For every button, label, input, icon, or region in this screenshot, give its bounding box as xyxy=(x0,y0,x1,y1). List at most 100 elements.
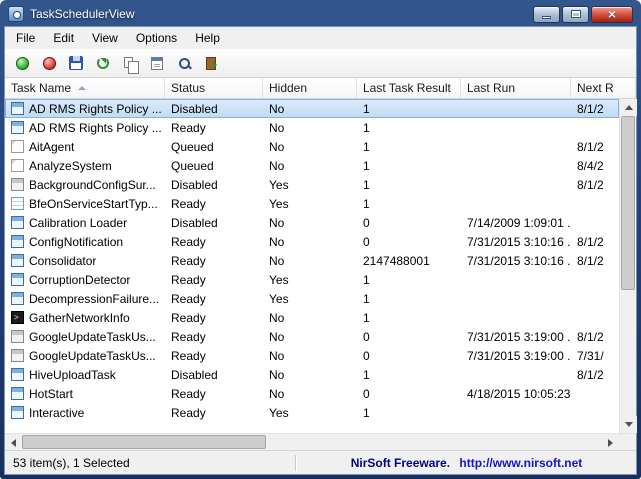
task-name: HiveUploadTask xyxy=(29,368,116,382)
last-task-result-cell: 1 xyxy=(357,406,461,420)
vertical-scroll-thumb[interactable] xyxy=(621,116,635,290)
status-cell: Ready xyxy=(165,330,263,344)
task-name: HotStart xyxy=(29,387,73,401)
properties-button[interactable] xyxy=(145,51,169,75)
column-header-status[interactable]: Status xyxy=(165,78,263,98)
status-cell: Disabled xyxy=(165,216,263,230)
maximize-button[interactable] xyxy=(562,6,589,23)
task-name: Interactive xyxy=(29,406,84,420)
task-name-cell: BackgroundConfigSur... xyxy=(5,178,165,192)
scroll-down-button[interactable] xyxy=(620,416,637,433)
table-row[interactable]: Interactive ReadyYes1 xyxy=(5,403,619,422)
table-row[interactable]: AD RMS Rights Policy ...DisabledNo18/1/2 xyxy=(5,99,619,118)
table-row[interactable]: BackgroundConfigSur...DisabledYes18/1/2 xyxy=(5,175,619,194)
vertical-scroll-track[interactable] xyxy=(620,116,636,416)
table-row[interactable]: DecompressionFailure...ReadyYes1 xyxy=(5,289,619,308)
scroll-left-button[interactable] xyxy=(5,434,22,451)
title-bar[interactable]: TaskSchedulerView × xyxy=(4,0,637,26)
menu-item-view[interactable]: View xyxy=(83,28,127,48)
task-icon xyxy=(11,349,24,362)
copy-button[interactable] xyxy=(118,51,142,75)
scroll-up-button[interactable] xyxy=(620,99,637,116)
table-row[interactable]: ConfigNotificationReadyNo07/31/2015 3:10… xyxy=(5,232,619,251)
task-name: AD RMS Rights Policy ... xyxy=(29,102,161,116)
table-row[interactable]: AitAgentQueuedNo18/1/2 xyxy=(5,137,619,156)
stop-task-button[interactable] xyxy=(37,51,61,75)
up-arrow-icon xyxy=(625,105,633,110)
table-row[interactable]: CorruptionDetectorReadyYes1 xyxy=(5,270,619,289)
status-cell: Ready xyxy=(165,406,263,420)
column-label: Hidden xyxy=(269,81,307,95)
task-icon xyxy=(11,387,24,400)
task-name-cell: AD RMS Rights Policy ... xyxy=(5,102,165,116)
table-row[interactable]: GatherNetworkInfoReadyNo1 xyxy=(5,308,619,327)
table-row[interactable]: AD RMS Rights Policy ...ReadyNo1 xyxy=(5,118,619,137)
next-run-cell: 8/4/2 xyxy=(571,159,608,173)
table-row[interactable]: HotStartReadyNo04/18/2015 10:05:23... xyxy=(5,384,619,403)
red-orb-icon xyxy=(43,57,56,70)
table-row[interactable]: ConsolidatorReadyNo21474880017/31/2015 3… xyxy=(5,251,619,270)
maximize-icon xyxy=(571,10,581,18)
last-run-cell: 7/31/2015 3:10:16 ... xyxy=(461,254,571,268)
column-header-hidden[interactable]: Hidden xyxy=(263,78,357,98)
task-icon xyxy=(11,102,24,115)
menu-item-help[interactable]: Help xyxy=(186,28,229,48)
horizontal-scroll-thumb[interactable] xyxy=(22,435,266,449)
hidden-cell: Yes xyxy=(263,292,357,306)
freeware-label: NirSoft Freeware. xyxy=(351,456,450,470)
save-button[interactable] xyxy=(64,51,88,75)
hidden-cell: No xyxy=(263,235,357,249)
last-task-result-cell: 1 xyxy=(357,311,461,325)
column-header-last-task-result[interactable]: Last Task Result xyxy=(357,78,461,98)
minimize-button[interactable] xyxy=(533,6,560,23)
close-button[interactable]: × xyxy=(591,6,633,23)
column-header-last-run[interactable]: Last Run xyxy=(461,78,571,98)
table-row[interactable]: HiveUploadTaskDisabledNo18/1/2 xyxy=(5,365,619,384)
scrollbar-corner xyxy=(619,434,636,450)
last-task-result-cell: 1 xyxy=(357,159,461,173)
task-name: BfeOnServiceStartTyp... xyxy=(29,197,158,211)
hidden-cell: Yes xyxy=(263,406,357,420)
task-name-cell: Interactive xyxy=(5,406,165,420)
table-row[interactable]: Calibration LoaderDisabledNo07/14/2009 1… xyxy=(5,213,619,232)
copy-icon xyxy=(124,57,133,68)
horizontal-scrollbar[interactable] xyxy=(5,434,619,450)
find-button[interactable] xyxy=(172,51,196,75)
horizontal-scrollbar-row xyxy=(5,433,636,450)
menu-item-edit[interactable]: Edit xyxy=(44,28,83,48)
scroll-right-button[interactable] xyxy=(602,434,619,451)
task-list: Task Name Status Hidden Last Task ResultLas… xyxy=(5,78,636,450)
window-controls: × xyxy=(533,6,633,23)
column-header-next-r[interactable]: Next R xyxy=(571,78,636,98)
table-row[interactable]: GoogleUpdateTaskUs...ReadyNo07/31/2015 3… xyxy=(5,346,619,365)
table-row[interactable]: GoogleUpdateTaskUs...ReadyNo07/31/2015 3… xyxy=(5,327,619,346)
horizontal-scroll-track[interactable] xyxy=(22,434,602,450)
status-cell: Disabled xyxy=(165,178,263,192)
task-name: GatherNetworkInfo xyxy=(29,311,130,325)
task-icon xyxy=(11,368,24,381)
task-name-cell: Consolidator xyxy=(5,254,165,268)
run-task-button[interactable] xyxy=(10,51,34,75)
status-cell: Ready xyxy=(165,121,263,135)
table-row[interactable]: BfeOnServiceStartTyp...ReadyYes1 xyxy=(5,194,619,213)
hidden-cell: No xyxy=(263,159,357,173)
task-icon xyxy=(11,292,24,305)
menu-item-file[interactable]: File xyxy=(7,28,44,48)
exit-button[interactable] xyxy=(199,51,223,75)
status-count: 53 item(s), 1 Selected xyxy=(5,456,295,470)
last-run-cell: 7/31/2015 3:19:00 ... xyxy=(461,349,571,363)
menu-item-options[interactable]: Options xyxy=(127,28,186,48)
refresh-button[interactable] xyxy=(91,51,115,75)
column-header-task-name[interactable]: Task Name xyxy=(5,78,165,98)
hidden-cell: No xyxy=(263,330,357,344)
next-run-cell: 8/1/2 xyxy=(571,368,608,382)
vertical-scrollbar[interactable] xyxy=(619,99,636,433)
column-label: Status xyxy=(171,81,205,95)
nirsoft-url-link[interactable]: http://www.nirsoft.net xyxy=(459,456,582,470)
task-icon xyxy=(11,121,24,134)
status-cell: Disabled xyxy=(165,368,263,382)
next-run-cell: 8/1/2 xyxy=(571,102,608,116)
hidden-cell: No xyxy=(263,349,357,363)
table-row[interactable]: AnalyzeSystemQueuedNo18/4/2 xyxy=(5,156,619,175)
task-name-cell: Calibration Loader xyxy=(5,216,165,230)
